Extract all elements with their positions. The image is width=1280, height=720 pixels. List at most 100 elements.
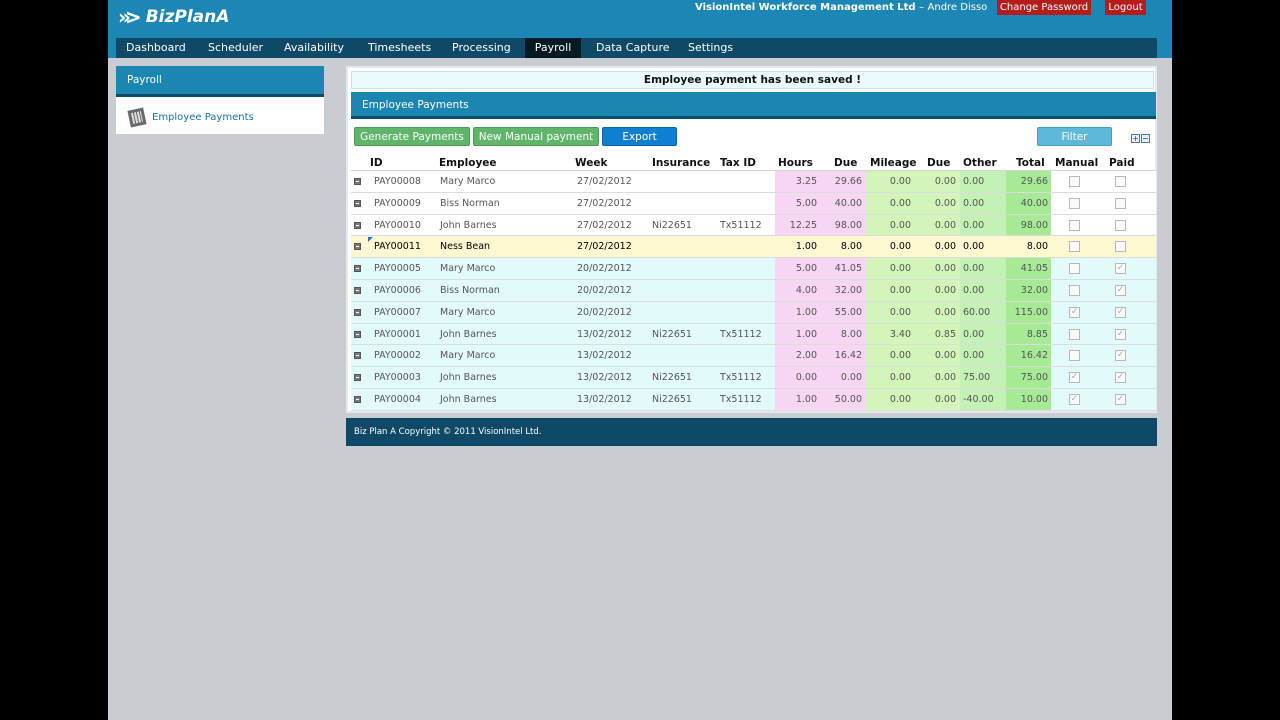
collapse-all-icon[interactable]: − <box>1141 134 1150 143</box>
col-total[interactable]: Total <box>1016 156 1045 171</box>
paid-checkbox[interactable]: ✓ <box>1115 328 1126 340</box>
expand-row-icon[interactable] <box>354 352 361 360</box>
cell-mileage: 0.00 <box>889 219 911 231</box>
table-row[interactable]: PAY00006 Biss Norman 20/02/2012 4.00 32.00 0.… <box>351 279 1156 302</box>
cell-employee: Mary Marco <box>440 176 496 187</box>
nav-data-capture[interactable]: Data Capture <box>590 38 676 58</box>
col-id[interactable]: ID <box>370 156 383 171</box>
table-row[interactable]: PAY00002 Mary Marco 13/02/2012 2.00 16.42 0.0… <box>351 345 1156 368</box>
paid-checkbox[interactable]: ✓ <box>1115 372 1126 384</box>
cell-mileage-due: 0.00 <box>934 263 956 275</box>
cell-mileage: 0.00 <box>889 350 911 362</box>
sidebar-item-employee-payments[interactable]: Employee Payments <box>127 107 254 128</box>
logout-button[interactable]: Logout <box>1105 0 1146 15</box>
expand-row-icon[interactable] <box>354 374 361 382</box>
table-row[interactable]: PAY00009 Biss Norman 27/02/2012 5.00 40.00 0.… <box>351 192 1156 215</box>
table-row[interactable]: PAY00001 John Barnes 13/02/2012 Ni22651 Tx51… <box>351 323 1156 346</box>
logo-chevrons-icon: »> <box>118 5 142 29</box>
expand-row-icon[interactable] <box>354 243 361 251</box>
paid-checkbox[interactable] <box>1115 197 1126 209</box>
manual-checkbox[interactable] <box>1069 241 1080 253</box>
change-password-button[interactable]: Change Password <box>997 0 1091 15</box>
cell-total: 40.00 <box>1020 197 1048 209</box>
expand-row-icon[interactable] <box>354 221 361 229</box>
expand-row-icon[interactable] <box>354 308 361 316</box>
manual-checkbox[interactable]: ✓ <box>1069 393 1080 405</box>
cell-id: PAY00003 <box>374 372 421 384</box>
cell-mileage: 0.00 <box>889 197 911 209</box>
cell-other: 0.00 <box>963 197 985 209</box>
expand-all-icon[interactable]: + <box>1131 134 1140 143</box>
paid-checkbox[interactable] <box>1115 176 1126 187</box>
paid-checkbox[interactable]: ✓ <box>1115 393 1126 405</box>
new-manual-payment-button[interactable]: New Manual payment <box>473 127 599 146</box>
manual-checkbox[interactable] <box>1069 219 1080 231</box>
manual-checkbox[interactable] <box>1069 263 1080 275</box>
logo[interactable]: »> BizPlanA <box>118 5 229 29</box>
expand-row-icon[interactable] <box>354 330 361 338</box>
generate-payments-button[interactable]: Generate Payments <box>354 127 470 146</box>
nav-availability[interactable]: Availability <box>278 38 350 58</box>
filter-button[interactable]: Filter <box>1037 127 1112 146</box>
col-mileage[interactable]: Mileage <box>870 156 917 171</box>
table-row[interactable]: PAY00004 John Barnes 13/02/2012 Ni22651 Tx51… <box>351 388 1156 411</box>
cell-hours: 2.00 <box>795 350 817 362</box>
cell-other: 0.00 <box>963 263 985 275</box>
company-name: VisionIntel Workforce Management Ltd <box>695 2 916 13</box>
cell-other: 60.00 <box>963 306 991 318</box>
manual-checkbox[interactable] <box>1069 197 1080 209</box>
cell-week: 20/02/2012 <box>577 306 632 318</box>
manual-checkbox[interactable]: ✓ <box>1069 306 1080 318</box>
paid-checkbox[interactable]: ✓ <box>1115 284 1126 296</box>
paid-checkbox[interactable]: ✓ <box>1115 350 1126 362</box>
table-row[interactable]: PAY00005 Mary Marco 20/02/2012 5.00 41.05 0.0… <box>351 258 1156 280</box>
nav-settings[interactable]: Settings <box>682 38 739 58</box>
cell-total: 75.00 <box>1020 372 1048 384</box>
col-week[interactable]: Week <box>575 156 607 171</box>
paid-checkbox[interactable] <box>1115 241 1126 253</box>
paid-checkbox[interactable] <box>1115 219 1126 231</box>
col-hours[interactable]: Hours <box>778 156 813 171</box>
nav-timesheets[interactable]: Timesheets <box>362 38 437 58</box>
nav-processing[interactable]: Processing <box>446 38 517 58</box>
nav-scheduler[interactable]: Scheduler <box>202 38 269 58</box>
col-mileage-due[interactable]: Due <box>927 156 950 171</box>
table-row[interactable]: PAY00011 Ness Bean 27/02/2012 1.00 8.00 0.00 0… <box>351 236 1156 259</box>
paid-checkbox[interactable]: ✓ <box>1115 263 1126 275</box>
col-other[interactable]: Other <box>963 156 997 171</box>
col-employee[interactable]: Employee <box>439 156 497 171</box>
export-button[interactable]: Export <box>602 127 677 146</box>
expand-row-icon[interactable] <box>354 265 361 273</box>
cell-hours: 1.00 <box>795 393 817 405</box>
cell-mileage-due: 0.00 <box>934 306 956 318</box>
nav-dashboard[interactable]: Dashboard <box>120 38 192 58</box>
table-row[interactable]: PAY00008 Mary Marco 27/02/2012 3.25 29.66 0.0… <box>351 171 1156 193</box>
main-nav: Dashboard Scheduler Availability Timeshe… <box>116 38 1157 58</box>
nav-payroll[interactable]: Payroll <box>525 38 581 58</box>
cell-employee: Mary Marco <box>440 263 496 275</box>
manual-checkbox[interactable] <box>1069 176 1080 187</box>
paid-checkbox[interactable]: ✓ <box>1115 306 1126 318</box>
manual-checkbox[interactable]: ✓ <box>1069 372 1080 384</box>
col-paid[interactable]: Paid <box>1109 156 1135 171</box>
col-insurance[interactable]: Insurance <box>652 156 710 171</box>
table-row[interactable]: PAY00010 John Barnes 27/02/2012 Ni22651 Tx51… <box>351 214 1156 237</box>
manual-checkbox[interactable] <box>1069 350 1080 362</box>
expand-row-icon[interactable] <box>354 178 361 185</box>
cell-week: 13/02/2012 <box>577 350 632 362</box>
cell-mileage-due: 0.00 <box>934 372 956 384</box>
expand-row-icon[interactable] <box>354 286 361 294</box>
col-manual[interactable]: Manual <box>1055 156 1098 171</box>
cell-other: 0.00 <box>963 219 985 231</box>
manual-checkbox[interactable] <box>1069 328 1080 340</box>
col-tax-id[interactable]: Tax ID <box>720 156 756 171</box>
cell-id: PAY00006 <box>374 284 421 296</box>
col-due[interactable]: Due <box>834 156 857 171</box>
table-row[interactable]: PAY00007 Mary Marco 20/02/2012 1.00 55.00 0.0… <box>351 301 1156 324</box>
table-row[interactable]: PAY00003 John Barnes 13/02/2012 Ni22651 Tx51… <box>351 367 1156 389</box>
expand-row-icon[interactable] <box>354 395 361 403</box>
manual-checkbox[interactable] <box>1069 284 1080 296</box>
cell-hours: 5.00 <box>795 197 817 209</box>
expand-row-icon[interactable] <box>354 199 361 207</box>
cell-other: 0.00 <box>963 241 985 253</box>
